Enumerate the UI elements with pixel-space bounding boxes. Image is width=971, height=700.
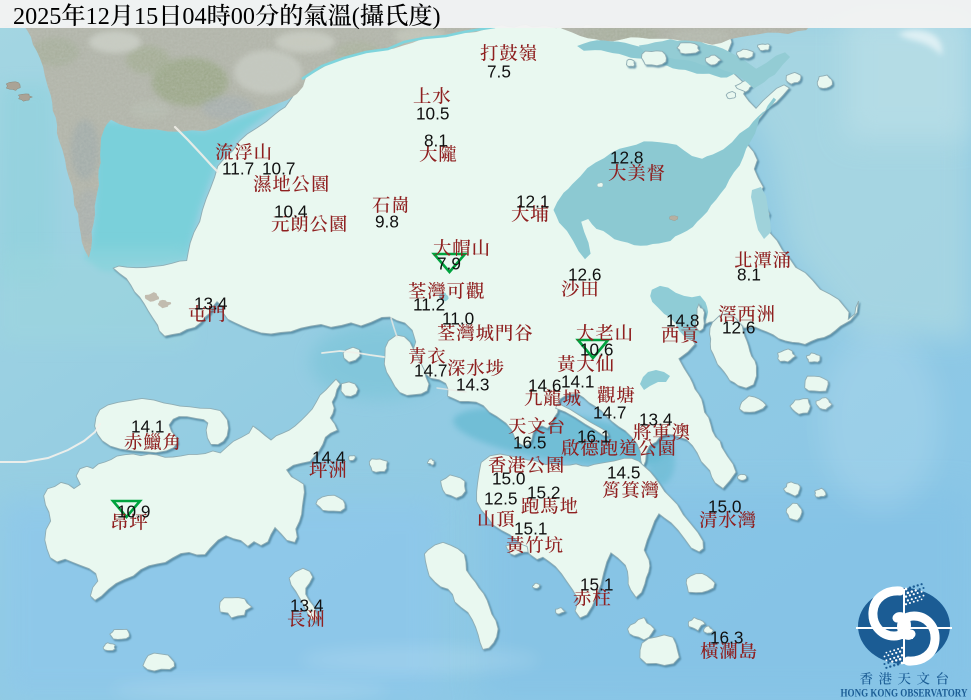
svg-text:14.5: 14.5: [607, 463, 640, 483]
svg-text:16.1: 16.1: [577, 427, 610, 447]
svg-text:7.9: 7.9: [437, 254, 461, 274]
svg-text:12.5: 12.5: [484, 489, 517, 509]
svg-text:12.6: 12.6: [568, 265, 601, 285]
svg-text:13.4: 13.4: [194, 294, 228, 314]
svg-text:0: 0: [25, 3, 37, 30]
svg-text:1: 1: [86, 3, 98, 30]
svg-text:2: 2: [98, 3, 110, 30]
svg-text:10.6: 10.6: [580, 340, 613, 360]
svg-text:(: (: [352, 3, 360, 30]
svg-text:14.4: 14.4: [312, 448, 346, 468]
svg-text:2: 2: [37, 3, 49, 30]
svg-text:16.5: 16.5: [513, 433, 546, 453]
svg-text:14.1: 14.1: [131, 417, 164, 437]
svg-text:12.6: 12.6: [722, 318, 755, 338]
svg-text:15.1: 15.1: [580, 575, 613, 595]
svg-text:14.1: 14.1: [561, 372, 594, 392]
svg-text:9.8: 9.8: [375, 212, 399, 232]
svg-text:15.0: 15.0: [708, 497, 741, 517]
svg-text:10.9: 10.9: [117, 502, 150, 522]
svg-text:14.7: 14.7: [414, 361, 447, 381]
svg-text:14.7: 14.7: [593, 403, 626, 423]
svg-text:14.6: 14.6: [528, 376, 561, 396]
svg-text:5: 5: [49, 3, 61, 30]
svg-text:8.1: 8.1: [737, 265, 761, 285]
svg-text:0: 0: [231, 3, 243, 30]
svg-text:14.8: 14.8: [666, 311, 699, 331]
svg-text:0: 0: [243, 3, 255, 30]
svg-text:2: 2: [13, 3, 25, 30]
svg-text:10.5: 10.5: [416, 104, 449, 124]
svg-text:12.8: 12.8: [610, 148, 643, 168]
svg-text:4: 4: [195, 3, 207, 30]
svg-text:15.0: 15.0: [492, 469, 525, 489]
svg-text:14.3: 14.3: [456, 375, 489, 395]
svg-text:0: 0: [182, 3, 194, 30]
svg-text:7.5: 7.5: [487, 62, 511, 82]
svg-text:5: 5: [146, 3, 158, 30]
svg-text:13.4: 13.4: [639, 410, 673, 430]
svg-text:HONG KONG OBSERVATORY: HONG KONG OBSERVATORY: [841, 688, 969, 700]
svg-text:12.1: 12.1: [516, 192, 549, 212]
svg-text:11.2: 11.2: [413, 295, 445, 315]
svg-text:13.4: 13.4: [290, 596, 324, 616]
svg-text:8.1: 8.1: [424, 131, 448, 151]
svg-text:1: 1: [134, 3, 146, 30]
svg-text:15.1: 15.1: [514, 519, 547, 539]
svg-text:): ): [433, 3, 441, 30]
svg-text:16.3: 16.3: [710, 628, 743, 648]
svg-text:10.7: 10.7: [262, 159, 295, 179]
svg-text:10.4: 10.4: [274, 202, 308, 222]
svg-text:11.0: 11.0: [442, 309, 474, 329]
svg-text:11.7: 11.7: [222, 159, 254, 179]
svg-text:15.2: 15.2: [527, 483, 560, 503]
